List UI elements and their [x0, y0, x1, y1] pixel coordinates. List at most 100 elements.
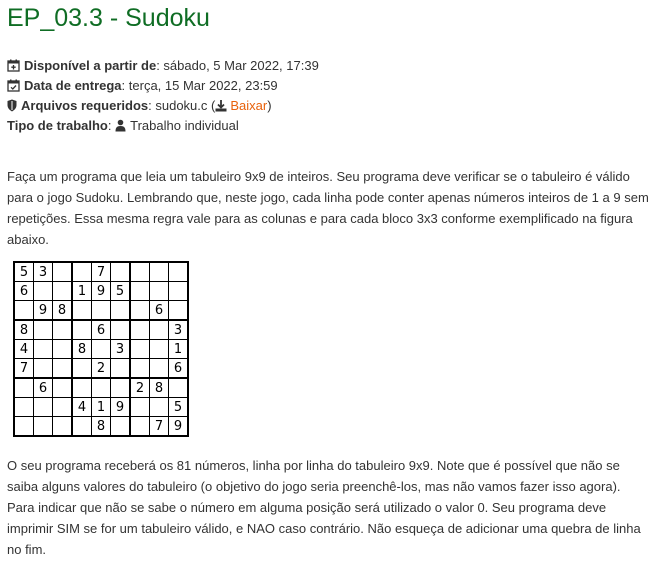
sudoku-cell: 8 [91, 416, 111, 437]
sudoku-cell: 7 [13, 358, 34, 379]
required-files-label: Arquivos requeridos [21, 98, 149, 113]
sudoku-cell [168, 261, 189, 282]
sudoku-cell [33, 339, 53, 359]
work-type-separator: : [107, 118, 116, 133]
sudoku-cell: 3 [110, 339, 131, 359]
sudoku-cell: 8 [13, 319, 34, 340]
sudoku-cell: 9 [168, 416, 189, 437]
sudoku-row: 6 195 [13, 281, 189, 301]
sudoku-row: 8 79 [13, 416, 189, 437]
sudoku-cell [33, 416, 53, 437]
sudoku-cell [71, 358, 92, 379]
description-intro: Faça um programa que leia um tabuleiro 9… [7, 169, 649, 247]
sudoku-cell [13, 397, 34, 417]
work-type-label: Tipo de trabalho [7, 118, 108, 133]
description-details: O seu programa receberá os 81 números, l… [7, 458, 641, 557]
sudoku-cell [129, 358, 150, 379]
sudoku-cell: 6 [91, 319, 111, 340]
sudoku-cell [52, 319, 73, 340]
sudoku-row: 7 2 6 [13, 358, 189, 379]
assignment-page: EP_03.3 - Sudoku Disponível a partir de … [0, 0, 656, 560]
sudoku-cell [149, 261, 169, 282]
sudoku-cell: 6 [168, 358, 189, 379]
sudoku-cell: 4 [71, 397, 92, 417]
sudoku-cell [110, 377, 131, 398]
assignment-meta: Disponível a partir de : sábado, 5 Mar 2… [7, 56, 649, 136]
sudoku-cell: 1 [91, 397, 111, 417]
sudoku-cell [110, 300, 131, 321]
sudoku-cell: 8 [52, 300, 73, 321]
sudoku-cell: 9 [110, 397, 131, 417]
sudoku-cell [52, 358, 73, 379]
sudoku-cell: 3 [33, 261, 53, 282]
due-date-value: : terça, 15 Mar 2022, 23:59 [121, 78, 278, 93]
sudoku-cell [71, 300, 92, 321]
sudoku-row: 6 28 [13, 377, 189, 398]
sudoku-cell [13, 416, 34, 437]
sudoku-cell [91, 377, 111, 398]
required-files-close: ) [267, 98, 272, 113]
sudoku-cell: 8 [71, 339, 92, 359]
sudoku-cell [129, 261, 150, 282]
calendar-plus-icon [7, 59, 21, 73]
work-type-row: Tipo de trabalho : Trabalho individual [7, 116, 649, 136]
sudoku-cell: 6 [13, 281, 34, 301]
sudoku-cell [168, 281, 189, 301]
sudoku-cell: 1 [168, 339, 189, 359]
sudoku-cell: 9 [33, 300, 53, 321]
sudoku-cell [52, 416, 73, 437]
required-files-value: : sudoku.c ( [148, 98, 216, 113]
sudoku-cell [33, 319, 53, 340]
sudoku-cell [129, 281, 150, 301]
available-from-label: Disponível a partir de [24, 58, 157, 73]
sudoku-cell [52, 339, 73, 359]
download-link[interactable]: Baixar [230, 96, 267, 116]
available-from-value: : sábado, 5 Mar 2022, 17:39 [156, 58, 319, 73]
sudoku-cell [13, 300, 34, 321]
sudoku-cell [149, 397, 169, 417]
sudoku-cell [110, 416, 131, 437]
sudoku-cell [110, 358, 131, 379]
sudoku-cell [110, 261, 131, 282]
sudoku-row: 419 5 [13, 397, 189, 417]
sudoku-cell [149, 339, 169, 359]
sudoku-cell [129, 319, 150, 340]
sudoku-cell [91, 300, 111, 321]
sudoku-cell [33, 281, 53, 301]
sudoku-cell [13, 377, 34, 398]
sudoku-cell [52, 261, 73, 282]
sudoku-cell: 3 [168, 319, 189, 340]
required-files-row: Arquivos requeridos : sudoku.c ( Baixar … [7, 96, 649, 116]
sudoku-cell [129, 397, 150, 417]
sudoku-cell [33, 358, 53, 379]
sudoku-cell [129, 416, 150, 437]
sudoku-cell [91, 339, 111, 359]
available-from-row: Disponível a partir de : sábado, 5 Mar 2… [7, 56, 649, 76]
sudoku-cell [149, 281, 169, 301]
sudoku-cell [168, 300, 189, 321]
sudoku-cell: 6 [33, 377, 53, 398]
sudoku-cell: 5 [168, 397, 189, 417]
sudoku-row: 4 83 1 [13, 339, 189, 359]
sudoku-cell [168, 377, 189, 398]
sudoku-cell [149, 358, 169, 379]
download-icon[interactable] [215, 99, 228, 113]
sudoku-cell [33, 397, 53, 417]
sudoku-cell: 8 [149, 377, 169, 398]
shield-icon [7, 99, 18, 113]
sudoku-cell [129, 339, 150, 359]
work-type-value: Trabalho individual [130, 118, 239, 133]
sudoku-cell [71, 261, 92, 282]
sudoku-cell: 7 [91, 261, 111, 282]
sudoku-cell [71, 416, 92, 437]
sudoku-cell: 5 [13, 261, 34, 282]
sudoku-cell: 1 [71, 281, 92, 301]
page-title: EP_03.3 - Sudoku [7, 4, 210, 32]
sudoku-cell: 9 [91, 281, 111, 301]
sudoku-cell: 2 [91, 358, 111, 379]
sudoku-cell: 6 [149, 300, 169, 321]
sudoku-cell [129, 300, 150, 321]
sudoku-row: 98 6 [13, 300, 189, 321]
sudoku-cell: 5 [110, 281, 131, 301]
due-date-row: Data de entrega : terça, 15 Mar 2022, 23… [7, 76, 649, 96]
